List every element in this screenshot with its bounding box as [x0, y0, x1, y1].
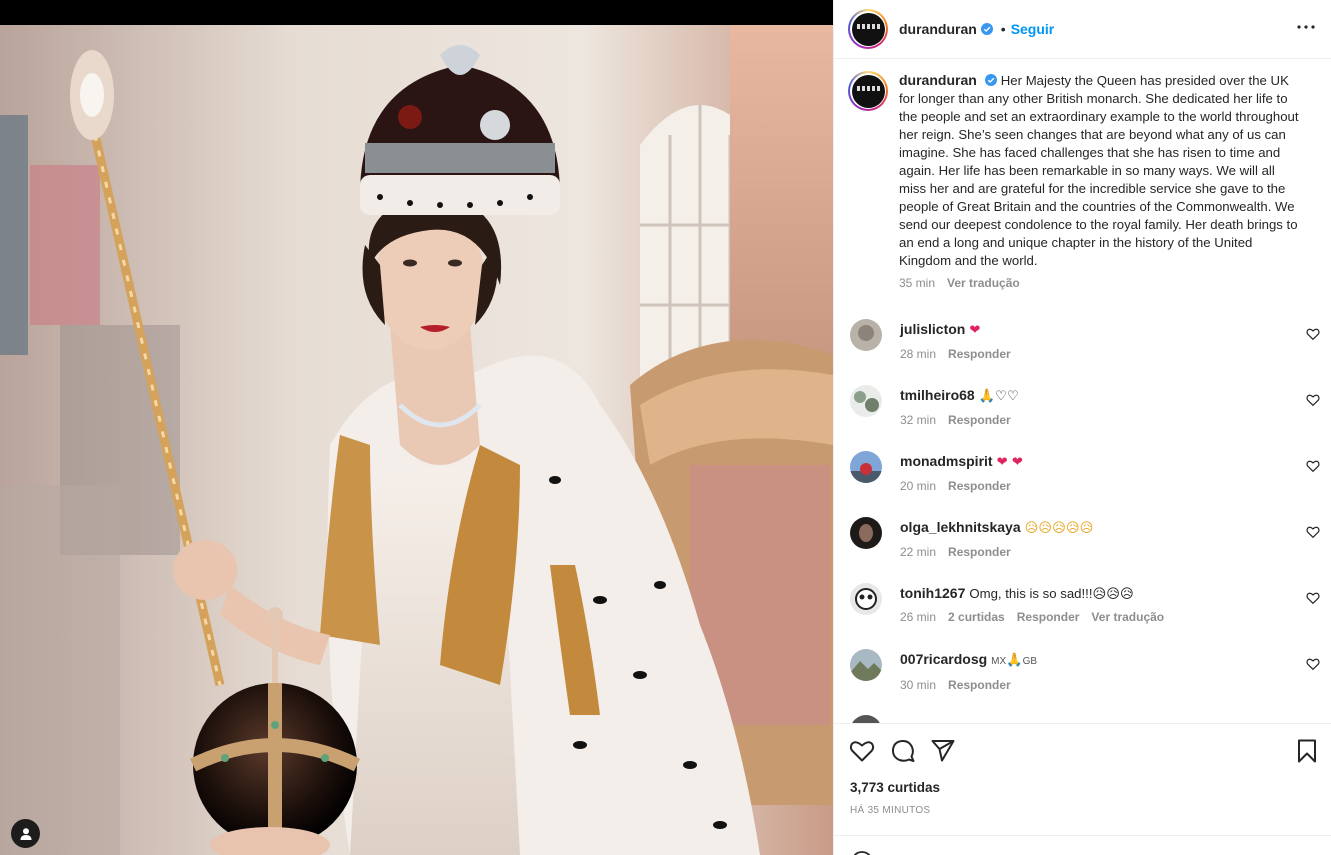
see-translation-button[interactable]: Ver tradução — [1091, 610, 1164, 624]
commenter-avatar[interactable] — [850, 517, 882, 549]
add-comment-bar — [834, 835, 1331, 855]
post-photo[interactable] — [0, 25, 833, 855]
coronation-portrait-image — [0, 25, 833, 855]
comment-time: 30 min — [900, 678, 937, 692]
comment-like-icon[interactable] — [1306, 459, 1320, 473]
share-icon[interactable] — [930, 738, 956, 764]
reply-button[interactable]: Responder — [948, 545, 1011, 559]
commenter-avatar[interactable] — [850, 451, 882, 483]
person-icon — [20, 827, 31, 840]
post-media — [0, 0, 833, 855]
comment-text: ❤ — [969, 323, 981, 338]
comment-text: ❤ ❤ — [996, 455, 1023, 470]
comment-username[interactable]: julislicton — [900, 321, 965, 337]
comment-time: 20 min — [900, 479, 937, 493]
verified-badge-icon — [980, 23, 993, 35]
comment-text: 🙏♡♡ — [978, 389, 1019, 404]
comment-username[interactable]: olga_lekhnitskaya — [900, 519, 1021, 535]
reply-button[interactable]: Responder — [948, 413, 1011, 427]
comment-username[interactable]: tmilheiro68 — [900, 387, 975, 403]
comment-username[interactable]: tonih1267 — [900, 585, 965, 601]
reply-button[interactable]: Responder — [1017, 610, 1080, 624]
post-caption: duranduran Her Majesty the Queen has pres… — [848, 71, 1318, 290]
comment-time: 26 min — [900, 610, 937, 624]
post-header: duranduran • Seguir — [834, 0, 1331, 59]
comment-item: julislicton ❤ 28 min Responder — [850, 319, 1320, 379]
reply-button[interactable]: Responder — [948, 479, 1011, 493]
comment-like-icon[interactable] — [1306, 657, 1320, 671]
comment-text-emoji: 🙏 — [1006, 653, 1023, 668]
comment-username[interactable]: 007ricardosg — [900, 651, 987, 667]
author-username[interactable]: duranduran — [899, 21, 977, 37]
post-actions: 3,773 curtidas HÁ 35 MINUTOS — [834, 723, 1331, 835]
commenter-avatar[interactable] — [850, 583, 882, 615]
comment-time: 22 min — [900, 545, 937, 559]
comment-text-prefix: MX — [991, 656, 1007, 667]
commenter-avatar[interactable] — [850, 649, 882, 681]
comment-like-icon[interactable] — [1306, 327, 1320, 341]
caption-time: 35 min — [899, 276, 936, 290]
emoji-picker-icon[interactable] — [850, 850, 874, 855]
reply-button[interactable]: Responder — [948, 678, 1011, 692]
comment-time: 32 min — [900, 413, 937, 427]
comment-text: 😥😥😥😥😥 — [1024, 521, 1094, 536]
comment-item: 007ricardosg MX🙏GB 30 min Responder — [850, 649, 1320, 709]
comment-username[interactable]: monadmspirit — [900, 453, 993, 469]
verified-badge-icon — [984, 74, 997, 86]
caption-text: Her Majesty the Queen has presided over … — [899, 73, 1299, 268]
comment-text: Omg, this is so sad!!!😥😥😥 — [969, 586, 1134, 601]
caption-username[interactable]: duranduran — [899, 72, 977, 88]
more-options-icon[interactable] — [1296, 19, 1316, 39]
post-details-panel: duranduran • Seguir duranduran Her Majest… — [833, 0, 1331, 855]
separator-dot: • — [1000, 21, 1006, 37]
author-avatar[interactable] — [848, 9, 888, 49]
caption-avatar[interactable] — [848, 71, 888, 111]
comments-list[interactable]: duranduran Her Majesty the Queen has pres… — [834, 59, 1331, 724]
tagged-users-button[interactable] — [11, 819, 40, 848]
comment-item: tonih1267 Omg, this is so sad!!!😥😥😥 26 mi… — [850, 583, 1320, 643]
see-translation-button[interactable]: Ver tradução — [947, 276, 1020, 290]
comment-text-suffix: GB — [1022, 656, 1038, 667]
follow-button[interactable]: Seguir — [1011, 21, 1055, 37]
bookmark-icon[interactable] — [1294, 738, 1320, 764]
commenter-avatar[interactable] — [850, 385, 882, 417]
post-timestamp[interactable]: HÁ 35 MINUTOS — [850, 805, 930, 816]
comment-time: 28 min — [900, 347, 937, 361]
commenter-avatar[interactable] — [850, 319, 882, 351]
comment-item: olga_lekhnitskaya 😥😥😥😥😥 22 min Responder — [850, 517, 1320, 577]
comment-item: tmilheiro68 🙏♡♡ 32 min Responder — [850, 385, 1320, 445]
comment-like-icon[interactable] — [1306, 591, 1320, 605]
comment-like-icon[interactable] — [1306, 525, 1320, 539]
comment-likes-count[interactable]: 2 curtidas — [948, 610, 1005, 624]
comment-like-icon[interactable] — [1306, 393, 1320, 407]
comment-item: monadmspirit ❤ ❤ 20 min Responder — [850, 451, 1320, 511]
reply-button[interactable]: Responder — [948, 347, 1011, 361]
comment-icon[interactable] — [890, 738, 916, 764]
heart-outline-icon[interactable] — [849, 738, 875, 764]
likes-count[interactable]: 3,773 curtidas — [850, 780, 940, 795]
